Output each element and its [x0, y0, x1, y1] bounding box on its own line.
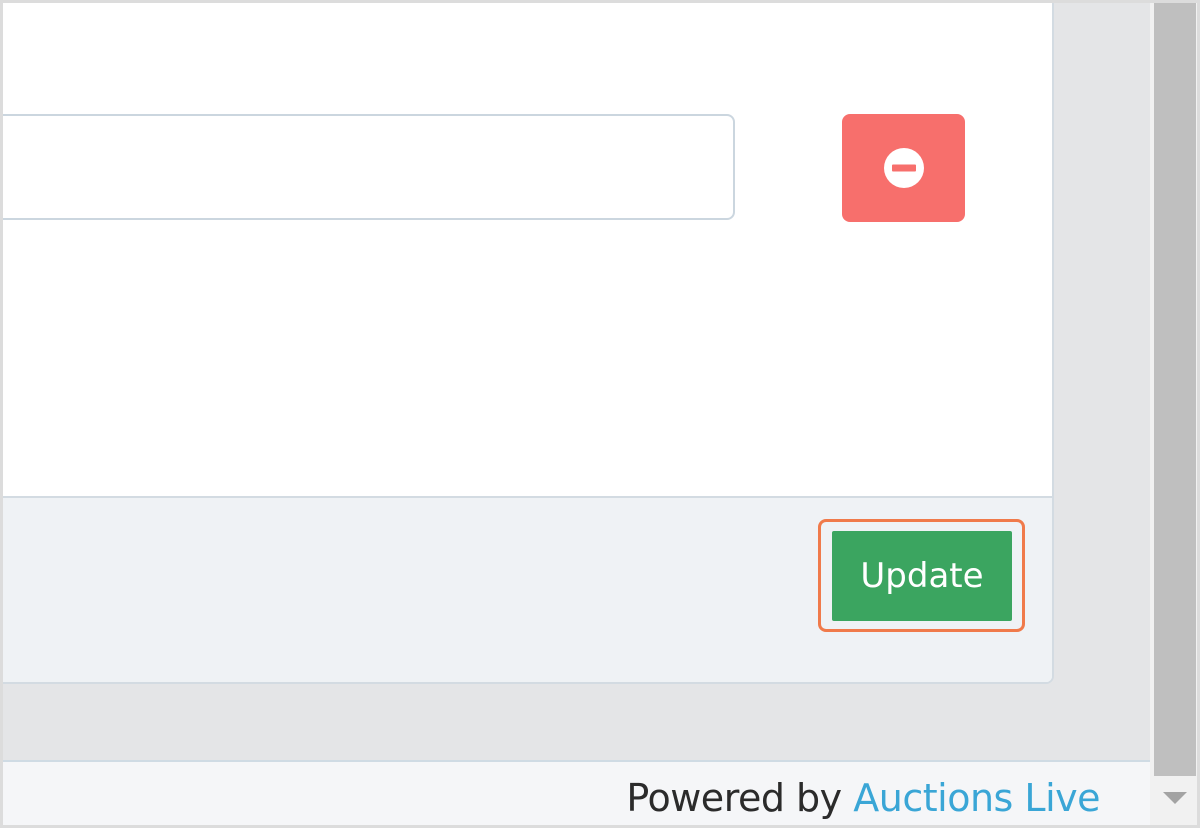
- update-button[interactable]: Update: [832, 531, 1012, 621]
- scrollbar-thumb[interactable]: [1154, 0, 1196, 776]
- powered-by-label: Powered by: [626, 776, 842, 820]
- text-field[interactable]: [0, 114, 735, 220]
- scroll-down-arrow-icon[interactable]: [1163, 792, 1187, 804]
- auctions-live-link[interactable]: Auctions Live: [853, 776, 1100, 820]
- page: Update Powered by Auctions Live: [0, 0, 1200, 828]
- powered-by-credit: Powered by Auctions Live: [626, 776, 1100, 820]
- remove-button[interactable]: [842, 114, 965, 222]
- card-body: [0, 0, 1052, 496]
- minus-circle-icon: [883, 148, 924, 188]
